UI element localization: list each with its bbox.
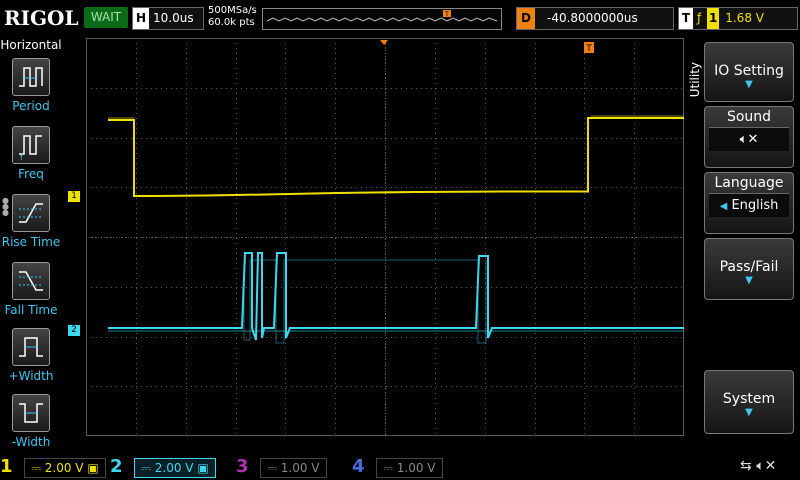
chevron-down-icon: ▼ [745, 79, 753, 90]
delay-label: D [517, 8, 535, 29]
language-button[interactable]: Language ◀ English [704, 172, 794, 234]
timebase-readout[interactable]: H 10.0us [132, 7, 204, 30]
pass-fail-label: Pass/Fail [719, 259, 779, 275]
horizontal-measure-panel: Horizontal Period f Freq Rise Time Fall … [0, 36, 62, 454]
trigger-edge-icon: ƒ [697, 11, 702, 25]
pos-width-icon [12, 328, 50, 366]
system-button[interactable]: System ▼ [704, 370, 794, 434]
sound-label: Sound [726, 109, 772, 125]
trigger-level: 1.68 V [725, 11, 764, 25]
chevron-down-icon: ▼ [745, 407, 753, 418]
waveform-canvas: T [86, 38, 684, 436]
trigger-point-text: T [585, 44, 592, 54]
dc-coupling-icon: ⎓ [141, 461, 155, 475]
measure-fall-time[interactable]: Fall Time [0, 262, 62, 317]
waveform-display[interactable]: T [86, 38, 684, 436]
io-setting-button[interactable]: IO Setting ▼ [704, 42, 794, 102]
timebase-value: 10.0us [153, 11, 194, 25]
channel-2-scale: ⎓ 2.00 V ▣ [134, 458, 216, 478]
channel-bar: 1 ⎓ 2.00 V ▣ 2 ⎓ 2.00 V ▣ 3 ⎓ 1.00 V 4 ⎓… [0, 454, 800, 480]
sound-mute-icon: 🔈︎✕ [756, 458, 777, 474]
channel-2-scale-value: 2.00 V [154, 461, 194, 475]
memory-overview-strip[interactable]: T [262, 8, 502, 30]
measure-pos-width-label: +Width [8, 369, 54, 383]
measure-period-label: Period [12, 99, 50, 113]
ch1-marker-label: 1 [71, 191, 77, 201]
channel-2-settings[interactable]: 2 ⎓ 2.00 V ▣ [110, 456, 216, 478]
channel-4-number: 4 [352, 456, 365, 477]
channel-4-settings[interactable]: 4 ⎓ 1.00 V [352, 456, 443, 478]
top-status-bar: RIGOL WAIT H 10.0us 500MSa/s 60.0k pts T … [0, 0, 800, 36]
trigger-source: 1 [707, 8, 720, 29]
dc-coupling-icon: ⎓ [383, 461, 397, 475]
measure-rise-time-label: Rise Time [1, 235, 61, 249]
ch2-ground-marker[interactable]: 2 [68, 325, 80, 336]
measure-neg-width[interactable]: -Width [0, 394, 62, 449]
chevron-left-icon: ◀ [719, 201, 728, 212]
sound-mute-icon: 🔈︎✕ [709, 127, 789, 151]
sample-rate: 500MSa/s [208, 5, 257, 16]
channel-2-bandwidth-icon: ▣ [197, 461, 209, 475]
system-label: System [722, 391, 776, 407]
trigger-label: T [679, 8, 693, 29]
delay-value: -40.8000000us [547, 11, 638, 25]
measure-freq-label: Freq [18, 167, 44, 181]
period-icon [12, 58, 50, 96]
rise-time-icon [12, 194, 50, 232]
freq-icon: f [12, 126, 50, 164]
ch2-marker-label: 2 [71, 325, 77, 335]
neg-width-icon [12, 394, 50, 432]
memory-depth: 60.0k pts [208, 17, 255, 28]
channel-1-number: 1 [0, 456, 13, 477]
measure-freq[interactable]: f Freq [0, 126, 62, 181]
graticule [86, 38, 684, 436]
menu-title: Utility [688, 62, 702, 98]
dc-coupling-icon: ⎓ [31, 461, 45, 475]
channel-3-scale-value: 1.00 V [280, 461, 320, 475]
channel-2-number: 2 [110, 456, 123, 477]
channel-3-scale: ⎓ 1.00 V [260, 458, 327, 478]
sound-button[interactable]: Sound 🔈︎✕ [704, 106, 794, 168]
channel-1-settings[interactable]: 1 ⎓ 2.00 V ▣ [0, 456, 106, 478]
language-label: Language [714, 175, 784, 191]
left-panel-scroll-indicator: ● ● ● [2, 196, 9, 217]
ch1-ground-marker[interactable]: 1 [68, 191, 80, 202]
ch2-trace [108, 252, 684, 341]
channel-1-scale: ⎓ 2.00 V ▣ [24, 458, 106, 478]
dc-coupling-icon: ⎓ [267, 461, 281, 475]
channel-3-number: 3 [236, 456, 249, 477]
svg-text:T: T [444, 11, 449, 18]
timebase-label: H [133, 8, 149, 29]
ch1-trace [108, 117, 684, 197]
pass-fail-button[interactable]: Pass/Fail ▼ [704, 238, 794, 300]
delay-readout[interactable]: D -40.8000000us [516, 7, 674, 30]
language-value-text: English [731, 198, 779, 213]
io-setting-label: IO Setting [714, 63, 784, 79]
sample-info: 500MSa/s 60.0k pts [208, 5, 257, 29]
memory-waveform-preview: T [266, 10, 498, 22]
measure-fall-time-label: Fall Time [4, 303, 58, 317]
system-status-icons: ⇆ 🔈︎✕ [740, 458, 776, 474]
channel-4-scale: ⎓ 1.00 V [376, 458, 443, 478]
channel-3-settings[interactable]: 3 ⎓ 1.00 V [236, 456, 327, 478]
measure-pos-width[interactable]: +Width [0, 328, 62, 383]
fall-time-icon [12, 262, 50, 300]
channel-1-bandwidth-icon: ▣ [87, 461, 99, 475]
measure-neg-width-label: -Width [11, 435, 51, 449]
chevron-down-icon: ▼ [745, 275, 753, 286]
trigger-readout[interactable]: Tƒ 1 1.68 V [678, 7, 798, 30]
channel-4-scale-value: 1.00 V [396, 461, 436, 475]
measure-period[interactable]: Period [0, 58, 62, 113]
svg-text:f: f [20, 153, 23, 160]
measure-panel-title: Horizontal [0, 38, 62, 52]
measure-rise-time[interactable]: Rise Time [0, 194, 62, 249]
channel-1-scale-value: 2.00 V [44, 461, 84, 475]
trigger-time-marker [380, 40, 388, 45]
run-status-badge[interactable]: WAIT [84, 7, 128, 28]
brand-logo: RIGOL [4, 6, 79, 30]
language-value: ◀ English [709, 193, 789, 217]
usb-icon: ⇆ [740, 458, 752, 474]
